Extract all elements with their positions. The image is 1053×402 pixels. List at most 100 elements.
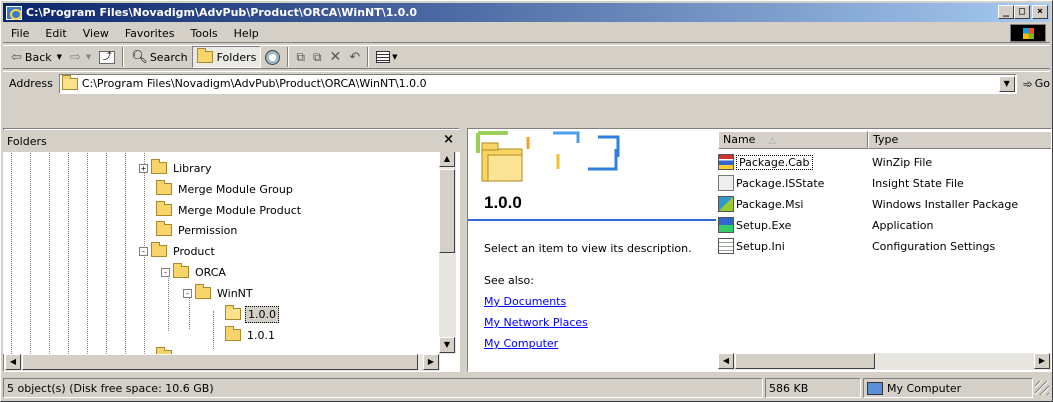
- folder-icon: [195, 284, 211, 299]
- menu-file[interactable]: File: [3, 27, 37, 40]
- link-my-computer[interactable]: My Computer: [484, 337, 558, 350]
- tree-item-label: Permission: [178, 223, 238, 237]
- scroll-thumb[interactable]: [735, 353, 875, 369]
- collapse-icon[interactable]: -: [161, 267, 170, 277]
- forward-button[interactable]: ⇨ ▼: [66, 46, 95, 68]
- expand-icon[interactable]: +: [139, 163, 148, 173]
- file-type: Insight State File: [872, 176, 964, 190]
- maximize-button[interactable]: □: [1014, 5, 1030, 19]
- see-also-label: See also:: [484, 274, 534, 287]
- folder-name-heading: 1.0.0: [484, 193, 522, 212]
- folders-pane-close-button[interactable]: ×: [443, 132, 454, 147]
- file-name: Package.Cab: [736, 154, 813, 170]
- menu-edit[interactable]: Edit: [37, 27, 74, 40]
- folder-info-panel: 1.0.0 Select an item to view its descrip…: [468, 129, 716, 357]
- file-row-package-msi[interactable]: Package.Msi Windows Installer Package: [718, 194, 1051, 214]
- file-list-horizontal-scrollbar[interactable]: ◀ ▶: [718, 353, 1051, 370]
- search-button[interactable]: 🔍︎ Search: [127, 46, 191, 68]
- tree-item-merge-module-product[interactable]: Merge Module Product: [156, 201, 303, 219]
- file-row-setup-exe[interactable]: Setup.Exe Application: [718, 215, 1051, 235]
- status-size: 586 KB: [765, 378, 861, 398]
- minimize-button[interactable]: _: [998, 5, 1014, 19]
- column-header-type[interactable]: Type: [868, 131, 1051, 149]
- folder-tree-vertical-scrollbar[interactable]: ▲ ▼: [439, 151, 456, 354]
- winzip-icon: [718, 154, 734, 170]
- file-name: Setup.Exe: [736, 218, 792, 232]
- menu-tools[interactable]: Tools: [183, 27, 226, 40]
- delete-button[interactable]: ✕: [326, 46, 346, 68]
- content-pane: 1.0.0 Select an item to view its descrip…: [467, 128, 1052, 372]
- scroll-left-button[interactable]: ◀: [718, 353, 734, 369]
- close-button[interactable]: ×: [1032, 5, 1048, 19]
- file-list-header: Name △ Type: [718, 131, 1051, 149]
- menu-favorites[interactable]: Favorites: [117, 27, 183, 40]
- description-text: Select an item to view its description.: [484, 242, 692, 255]
- file-row-package-isstate[interactable]: Package.ISState Insight State File: [718, 173, 1051, 193]
- tree-item-product[interactable]: - Product: [139, 242, 217, 260]
- folders-pane-header: Folders ×: [3, 130, 460, 152]
- go-button[interactable]: ➾ Go: [1023, 77, 1050, 91]
- tree-item-permission[interactable]: Permission: [156, 221, 239, 239]
- back-button[interactable]: ⇦ Back ▼: [7, 46, 66, 68]
- scroll-right-button[interactable]: ▶: [423, 354, 439, 370]
- address-bar: Address C:\Program Files\Novadigm\AdvPub…: [3, 71, 1050, 95]
- menu-help[interactable]: Help: [226, 27, 267, 40]
- views-button[interactable]: ▼: [372, 46, 401, 68]
- file-row-setup-ini[interactable]: Setup.Ini Configuration Settings: [718, 236, 1051, 256]
- link-my-network-places[interactable]: My Network Places: [484, 316, 588, 329]
- back-arrow-icon: ⇦: [11, 49, 22, 65]
- move-to-button[interactable]: ⧉: [292, 46, 309, 68]
- scroll-thumb[interactable]: [439, 169, 455, 253]
- file-type: Application: [872, 218, 934, 232]
- tree-item-library[interactable]: + Library: [139, 159, 213, 177]
- explore-folder-icon: [6, 5, 22, 20]
- tree-item-label: ORCA: [195, 265, 226, 279]
- ini-icon: [718, 238, 734, 254]
- address-input[interactable]: C:\Program Files\Novadigm\AdvPub\Product…: [58, 73, 1017, 94]
- scroll-right-button[interactable]: ▶: [1034, 353, 1050, 369]
- exe-icon: [718, 217, 734, 233]
- move-to-icon: ⧉: [296, 49, 305, 64]
- status-zone-label: My Computer: [887, 381, 962, 395]
- collapse-icon[interactable]: -: [139, 246, 148, 256]
- tree-item-orca[interactable]: - ORCA: [161, 263, 228, 281]
- windows-logo-icon: [1010, 24, 1046, 42]
- folders-button[interactable]: Folders: [191, 46, 262, 68]
- file-row-package-cab[interactable]: Package.Cab WinZip File: [718, 152, 1051, 172]
- tree-item-label: 1.0.0: [245, 305, 279, 323]
- history-button[interactable]: [261, 46, 284, 68]
- column-header-label: Name: [723, 133, 756, 146]
- delete-icon: ✕: [329, 49, 342, 65]
- link-my-documents[interactable]: My Documents: [484, 295, 566, 308]
- folder-tree-horizontal-scrollbar[interactable]: ◀ ▶: [5, 354, 440, 371]
- up-folder-button[interactable]: ⤴: [95, 46, 119, 68]
- title-bar[interactable]: C:\Program Files\Novadigm\AdvPub\Product…: [3, 3, 1050, 22]
- scroll-up-button[interactable]: ▲: [439, 151, 455, 167]
- menu-bar: File Edit View Favorites Tools Help: [3, 24, 1050, 43]
- folders-icon: [196, 48, 213, 63]
- copy-to-icon: ⧉: [312, 49, 322, 64]
- tree-item-1-0-1[interactable]: 1.0.1: [225, 326, 277, 344]
- copy-to-button[interactable]: ⧉: [309, 46, 326, 68]
- status-zone: My Computer: [863, 378, 1033, 398]
- collapse-icon[interactable]: -: [183, 288, 192, 298]
- tree-line: [49, 151, 50, 354]
- scroll-left-button[interactable]: ◀: [5, 354, 21, 370]
- scroll-thumb[interactable]: [22, 354, 418, 370]
- tree-item-label: Product: [173, 244, 215, 258]
- standard-toolbar: ⇦ Back ▼ ⇨ ▼ ⤴ 🔍︎ Search Folders ⧉ ⧉ ✕ ↶…: [3, 45, 1050, 69]
- tree-item-winnt[interactable]: - WinNT: [183, 284, 255, 302]
- scroll-down-button[interactable]: ▼: [439, 337, 455, 353]
- column-header-name[interactable]: Name △: [718, 131, 868, 149]
- menu-view[interactable]: View: [75, 27, 117, 40]
- undo-button[interactable]: ↶: [345, 46, 364, 68]
- tree-line: [30, 151, 31, 354]
- folder-icon: [156, 201, 172, 216]
- address-dropdown-button[interactable]: ▼: [998, 75, 1015, 92]
- tree-item-merge-module-group[interactable]: Merge Module Group: [156, 180, 295, 198]
- folder-icon: [225, 326, 241, 341]
- tree-item-1-0-0[interactable]: 1.0.0: [225, 305, 279, 323]
- resize-grip[interactable]: [1035, 381, 1049, 395]
- explorer-window: C:\Program Files\Novadigm\AdvPub\Product…: [0, 0, 1053, 402]
- folders-pane-title: Folders: [7, 134, 47, 148]
